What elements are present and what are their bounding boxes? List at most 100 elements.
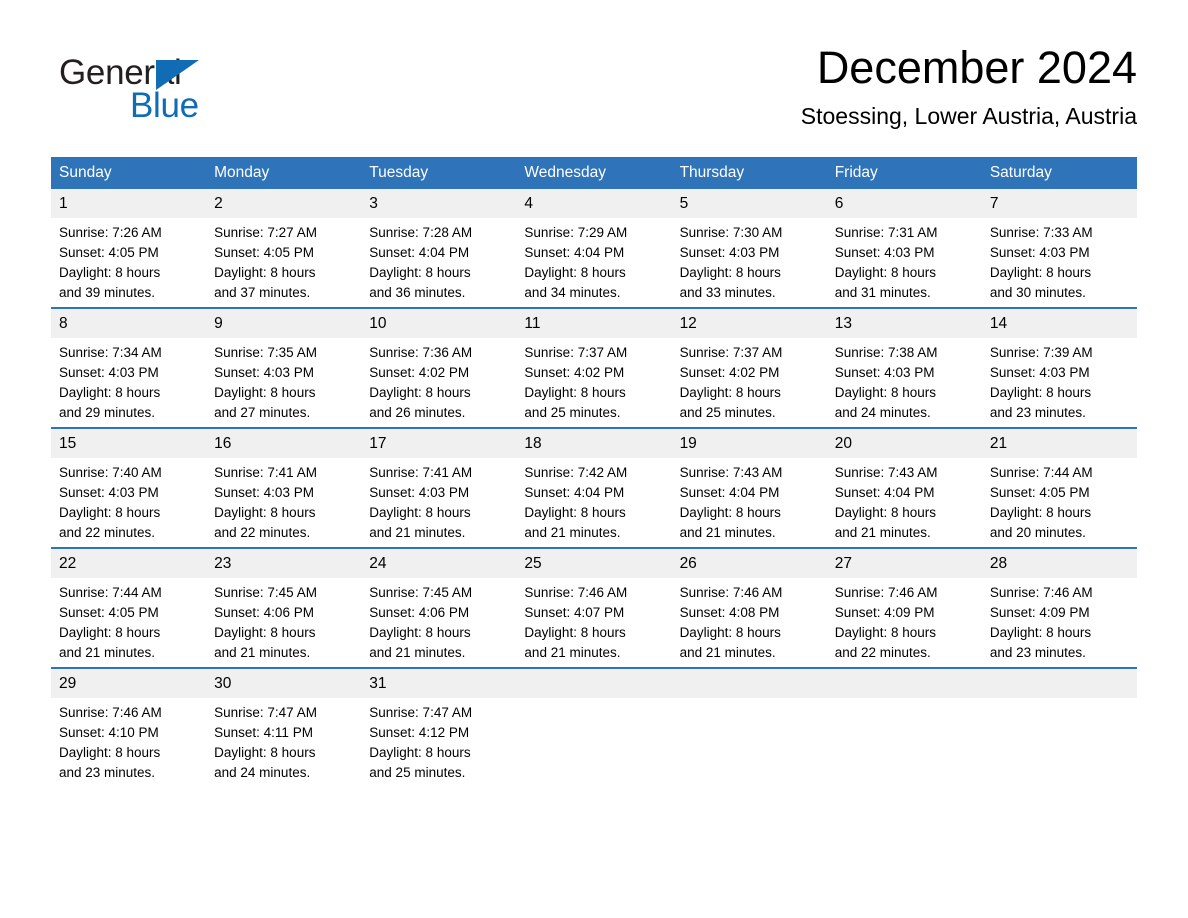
sunset-text: Sunset: 4:03 PM: [834, 245, 935, 260]
calendar-week-row: 29 Sunrise: 7:46 AM Sunset: 4:10 PM Dayligh…: [51, 667, 1137, 787]
general-blue-logo: General Blue: [59, 54, 259, 134]
day-number: 20: [826, 429, 982, 458]
sunrise-text: Sunrise: 7:42 AM: [524, 465, 628, 480]
calendar-day-cell[interactable]: 8 Sunrise: 7:34 AM Sunset: 4:03 PM Daylight…: [51, 307, 207, 428]
calendar-cell-inner: 10 Sunrise: 7:36 AM Sunset: 4:02 PM Dayligh…: [361, 309, 517, 427]
sunset-text: Sunset: 4:02 PM: [679, 365, 780, 380]
sunset-text: Sunset: 4:08 PM: [679, 605, 780, 620]
calendar-week-row: 8 Sunrise: 7:34 AM Sunset: 4:03 PM Daylight…: [51, 307, 1137, 428]
column-header-saturday: Saturday: [981, 157, 1137, 189]
sunrise-text: Sunrise: 7:47 AM: [214, 705, 317, 720]
calendar-day-cell[interactable]: 30 Sunrise: 7:47 AM Sunset: 4:11 PM Dayligh…: [206, 667, 362, 787]
day-number: 4: [516, 189, 672, 218]
location-subtitle: Stoessing, Lower Austria, Austria: [800, 103, 1137, 129]
day-details: Sunrise: 7:37 AM Sunset: 4:02 PM Daylight:…: [516, 338, 671, 423]
calendar-day-cell[interactable]: 14 Sunrise: 7:39 AM Sunset: 4:03 PM Dayligh…: [981, 307, 1137, 428]
calendar-day-cell[interactable]: 10 Sunrise: 7:36 AM Sunset: 4:02 PM Dayligh…: [361, 307, 517, 428]
calendar-day-cell[interactable]: 6 Sunrise: 7:31 AM Sunset: 4:03 PM Daylight…: [826, 189, 982, 308]
calendar-day-cell[interactable]: 13 Sunrise: 7:38 AM Sunset: 4:03 PM Dayligh…: [826, 307, 982, 428]
sunrise-text: Sunrise: 7:29 AM: [524, 225, 628, 240]
daylight-text: Daylight: 8 hours: [59, 625, 161, 640]
calendar-body: 1 Sunrise: 7:26 AM Sunset: 4:05 PM Daylight…: [51, 189, 1137, 787]
calendar-week-row: 15 Sunrise: 7:40 AM Sunset: 4:03 PM Dayligh…: [51, 427, 1137, 548]
calendar-header-row: Sunday Monday Tuesday Wednesday Thursday…: [51, 157, 1137, 189]
calendar-day-cell[interactable]: 16 Sunrise: 7:41 AM Sunset: 4:03 PM Dayligh…: [206, 427, 362, 548]
sunset-text: Sunset: 4:04 PM: [524, 485, 625, 500]
calendar-day-cell[interactable]: 18 Sunrise: 7:42 AM Sunset: 4:04 PM Dayligh…: [516, 427, 672, 548]
day-number: 31: [361, 669, 517, 698]
calendar-cell-inner: 30 Sunrise: 7:47 AM Sunset: 4:11 PM Dayligh…: [206, 669, 362, 787]
sunrise-text: Sunrise: 7:47 AM: [369, 705, 473, 720]
sunset-text: Sunset: 4:04 PM: [679, 485, 780, 500]
calendar-day-cell[interactable]: 7 Sunrise: 7:33 AM Sunset: 4:03 PM Daylight…: [981, 189, 1137, 308]
day-details: Sunrise: 7:46 AM Sunset: 4:09 PM Daylight:…: [827, 578, 982, 663]
sunset-text: Sunset: 4:03 PM: [989, 245, 1090, 260]
calendar-day-cell[interactable]: 29 Sunrise: 7:46 AM Sunset: 4:10 PM Dayligh…: [51, 667, 207, 787]
calendar-day-cell[interactable]: 26 Sunrise: 7:46 AM Sunset: 4:08 PM Dayligh…: [671, 547, 827, 668]
daylight-text: Daylight: 8 hours: [989, 385, 1092, 400]
day-details: Sunrise: 7:36 AM Sunset: 4:02 PM Daylight:…: [361, 338, 516, 423]
calendar-day-cell[interactable]: 17 Sunrise: 7:41 AM Sunset: 4:03 PM Dayligh…: [361, 427, 517, 548]
sunset-text: Sunset: 4:04 PM: [369, 245, 470, 260]
daylight-text: Daylight: 8 hours: [989, 265, 1092, 280]
calendar-cell-inner: 27 Sunrise: 7:46 AM Sunset: 4:09 PM Dayligh…: [826, 549, 982, 667]
calendar-day-cell[interactable]: 3 Sunrise: 7:28 AM Sunset: 4:04 PM Daylight…: [361, 189, 517, 308]
calendar-day-cell[interactable]: 12 Sunrise: 7:37 AM Sunset: 4:02 PM Dayligh…: [671, 307, 827, 428]
daylight-text: Daylight: 8 hours: [369, 745, 471, 760]
day-details: Sunrise: 7:41 AM Sunset: 4:03 PM Daylight:…: [361, 458, 516, 543]
daylight-text: Daylight: 8 hours: [834, 625, 937, 640]
calendar-day-cell[interactable]: 22 Sunrise: 7:44 AM Sunset: 4:05 PM Dayligh…: [51, 547, 207, 668]
daylight-text: and 24 minutes.: [834, 405, 931, 420]
column-header-thursday: Thursday: [671, 157, 827, 189]
calendar-day-cell[interactable]: 23 Sunrise: 7:45 AM Sunset: 4:06 PM Dayligh…: [206, 547, 362, 668]
day-number: 29: [51, 669, 207, 698]
daylight-text: Daylight: 8 hours: [524, 385, 626, 400]
day-number: 7: [981, 189, 1137, 218]
daylight-text: Daylight: 8 hours: [679, 625, 781, 640]
calendar-day-cell[interactable]: 5 Sunrise: 7:30 AM Sunset: 4:03 PM Daylight…: [671, 189, 827, 308]
calendar-day-cell[interactable]: 1 Sunrise: 7:26 AM Sunset: 4:05 PM Daylight…: [51, 189, 207, 308]
daylight-text: and 21 minutes.: [679, 645, 776, 660]
calendar-day-cell[interactable]: 2 Sunrise: 7:27 AM Sunset: 4:05 PM Daylight…: [206, 189, 362, 308]
calendar-day-cell[interactable]: 31 Sunrise: 7:47 AM Sunset: 4:12 PM Dayligh…: [361, 667, 517, 787]
logo-text-blue: Blue: [130, 86, 199, 125]
calendar-cell-empty: [516, 667, 672, 787]
sunrise-text: Sunrise: 7:26 AM: [59, 225, 162, 240]
calendar-day-cell[interactable]: 24 Sunrise: 7:45 AM Sunset: 4:06 PM Dayligh…: [361, 547, 517, 668]
page-title: December 2024: [816, 42, 1137, 93]
day-details: Sunrise: 7:26 AM Sunset: 4:05 PM Daylight:…: [51, 218, 206, 303]
day-details: Sunrise: 7:38 AM Sunset: 4:03 PM Daylight:…: [827, 338, 982, 423]
calendar-cell-inner: 11 Sunrise: 7:37 AM Sunset: 4:02 PM Dayligh…: [516, 309, 672, 427]
calendar-day-cell[interactable]: 28 Sunrise: 7:46 AM Sunset: 4:09 PM Dayligh…: [981, 547, 1137, 668]
day-number: 30: [206, 669, 362, 698]
sunset-text: Sunset: 4:07 PM: [524, 605, 625, 620]
calendar-day-cell[interactable]: 9 Sunrise: 7:35 AM Sunset: 4:03 PM Daylight…: [206, 307, 362, 428]
sunrise-text: Sunrise: 7:46 AM: [989, 585, 1093, 600]
daylight-text: and 23 minutes.: [59, 765, 156, 780]
calendar-day-cell[interactable]: 27 Sunrise: 7:46 AM Sunset: 4:09 PM Dayligh…: [826, 547, 982, 668]
day-details: [827, 698, 982, 703]
calendar-cell-inner: 20 Sunrise: 7:43 AM Sunset: 4:04 PM Dayligh…: [826, 429, 982, 547]
daylight-text: Daylight: 8 hours: [369, 265, 471, 280]
daylight-text: Daylight: 8 hours: [834, 265, 937, 280]
calendar-day-cell[interactable]: 19 Sunrise: 7:43 AM Sunset: 4:04 PM Dayligh…: [671, 427, 827, 548]
calendar-day-cell[interactable]: 11 Sunrise: 7:37 AM Sunset: 4:02 PM Dayligh…: [516, 307, 672, 428]
calendar-day-cell[interactable]: 20 Sunrise: 7:43 AM Sunset: 4:04 PM Dayligh…: [826, 427, 982, 548]
calendar-day-cell[interactable]: 15 Sunrise: 7:40 AM Sunset: 4:03 PM Dayligh…: [51, 427, 207, 548]
day-details: Sunrise: 7:41 AM Sunset: 4:03 PM Daylight:…: [206, 458, 361, 543]
daylight-text: and 21 minutes.: [524, 645, 621, 660]
calendar-day-cell[interactable]: 25 Sunrise: 7:46 AM Sunset: 4:07 PM Dayligh…: [516, 547, 672, 668]
daylight-text: Daylight: 8 hours: [214, 745, 316, 760]
day-details: Sunrise: 7:46 AM Sunset: 4:09 PM Daylight:…: [982, 578, 1137, 663]
day-number: 13: [826, 309, 982, 338]
calendar-cell-inner: [671, 669, 827, 787]
calendar-day-cell[interactable]: 4 Sunrise: 7:29 AM Sunset: 4:04 PM Daylight…: [516, 189, 672, 308]
sunset-text: Sunset: 4:05 PM: [214, 245, 314, 260]
calendar-day-cell[interactable]: 21 Sunrise: 7:44 AM Sunset: 4:05 PM Dayligh…: [981, 427, 1137, 548]
day-number: [981, 669, 1137, 698]
day-details: Sunrise: 7:28 AM Sunset: 4:04 PM Daylight:…: [361, 218, 516, 303]
sunset-text: Sunset: 4:09 PM: [989, 605, 1090, 620]
day-number: 21: [981, 429, 1137, 458]
daylight-text: Daylight: 8 hours: [369, 505, 471, 520]
calendar-cell-inner: 18 Sunrise: 7:42 AM Sunset: 4:04 PM Dayligh…: [516, 429, 672, 547]
